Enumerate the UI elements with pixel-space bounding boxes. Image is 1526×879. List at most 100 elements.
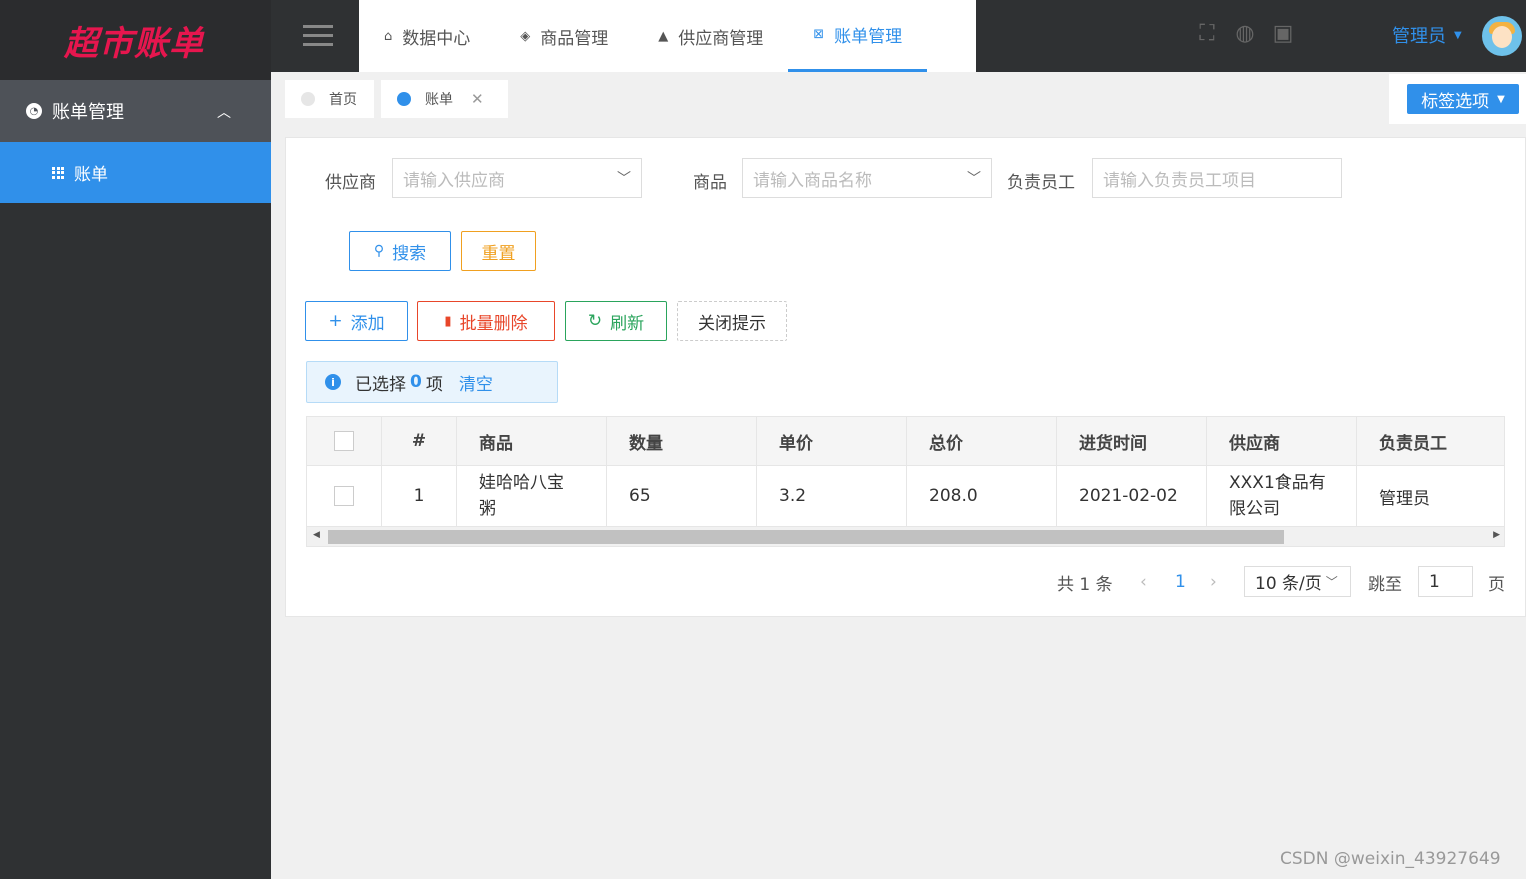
- page-suffix: 页: [1488, 574, 1505, 595]
- select-all-checkbox[interactable]: [334, 431, 354, 451]
- pagination-total: 共 1 条: [1057, 574, 1113, 595]
- header-cell-unit-price[interactable]: 单价: [757, 417, 907, 465]
- close-tip-button[interactable]: 关闭提示: [677, 301, 787, 341]
- tab-product-management[interactable]: ◈ 商品管理: [495, 0, 633, 72]
- menu-toggle-icon[interactable]: [303, 25, 333, 52]
- watermark: CSDN @weixin_43927649: [1280, 849, 1501, 869]
- close-icon[interactable]: ✕: [471, 90, 484, 108]
- plus-icon: +: [328, 311, 343, 331]
- selection-prefix: 已选择: [355, 374, 406, 395]
- grid-icon: [52, 166, 64, 179]
- sidebar-group-bill-management[interactable]: ◔ 账单管理 ︿: [0, 80, 271, 142]
- next-page-icon[interactable]: ›: [1210, 566, 1217, 598]
- top-nav-tabs: ⌂ 数据中心 ◈ 商品管理 ▲ 供应商管理 ⊠ 账单管理: [359, 0, 976, 72]
- page-tab-home[interactable]: 首页: [285, 80, 374, 118]
- page-number-current[interactable]: 1: [1175, 566, 1186, 598]
- bill-table: # 商品 数量 单价 总价 进货时间 供应商 负责员工 1 娃哈哈八宝粥 65 …: [306, 416, 1505, 547]
- header-cell-total[interactable]: 总价: [907, 417, 1057, 465]
- header-cell-quantity[interactable]: 数量: [607, 417, 757, 465]
- refresh-label: 刷新: [610, 313, 645, 334]
- page-size-select[interactable]: 10 条/页 ﹀: [1244, 566, 1351, 597]
- header-cell-supplier[interactable]: 供应商: [1207, 417, 1357, 465]
- app-logo[interactable]: 超市账单: [0, 0, 271, 80]
- search-button[interactable]: ⚲ 搜索: [349, 231, 451, 271]
- tag-options-label: 标签选项: [1421, 91, 1490, 112]
- close-tip-label: 关闭提示: [698, 313, 766, 334]
- user-name: 管理员: [1392, 26, 1446, 47]
- row-cell-quantity: 65: [607, 466, 757, 526]
- tab-label: 数据中心: [402, 28, 471, 49]
- page-tab-label: 首页: [329, 92, 357, 108]
- tab-supplier-management[interactable]: ▲ 供应商管理: [633, 0, 788, 72]
- product-select[interactable]: 请输入商品名称 ﹀: [742, 158, 992, 198]
- header-cell-checkbox: [307, 417, 382, 465]
- page-tab-bill[interactable]: 账单 ✕: [381, 80, 508, 118]
- dashboard-icon: ◔: [26, 103, 42, 119]
- user-menu[interactable]: 管理员 ▼: [1392, 22, 1462, 48]
- header-cell-staff[interactable]: 负责员工: [1357, 417, 1504, 465]
- header-cell-product[interactable]: 商品: [457, 417, 607, 465]
- chevron-up-icon: ︿: [217, 105, 231, 121]
- chevron-down-icon: ﹀: [967, 171, 981, 187]
- home-icon: ⌂: [384, 28, 393, 44]
- horizontal-scrollbar[interactable]: ◀ ▶: [307, 526, 1504, 546]
- batch-delete-button[interactable]: ▮ 批量删除: [417, 301, 555, 341]
- caret-down-icon: ▼: [1454, 29, 1462, 41]
- add-button[interactable]: + 添加: [305, 301, 408, 341]
- prev-page-icon[interactable]: ‹: [1140, 566, 1147, 598]
- jump-page-value: 1: [1429, 571, 1440, 592]
- scroll-right-icon[interactable]: ▶: [1493, 530, 1500, 540]
- row-cell-supplier: XXX1食品有限公司: [1207, 466, 1357, 526]
- chevron-down-icon: ﹀: [617, 171, 631, 187]
- globe-icon[interactable]: ◍: [1233, 22, 1257, 46]
- avatar[interactable]: [1482, 16, 1522, 56]
- refresh-icon: ↻: [587, 311, 603, 331]
- tab-bill-management[interactable]: ⊠ 账单管理: [788, 0, 928, 72]
- product-placeholder: 请输入商品名称: [753, 170, 872, 191]
- scroll-left-icon[interactable]: ◀: [313, 530, 320, 540]
- search-icon: ⚲: [373, 243, 385, 259]
- reset-button[interactable]: 重置: [461, 231, 536, 271]
- sidebar-group-label: 账单管理: [52, 102, 124, 123]
- header-cell-date[interactable]: 进货时间: [1057, 417, 1207, 465]
- product-filter-label: 商品: [693, 173, 727, 193]
- batch-delete-label: 批量删除: [459, 313, 528, 334]
- clear-selection-link[interactable]: 清空: [459, 370, 493, 395]
- trash-icon: ▮: [444, 313, 452, 329]
- page-tab-label: 账单: [425, 92, 453, 108]
- jump-page-input[interactable]: 1: [1418, 566, 1473, 597]
- row-cell-total: 208.0: [907, 466, 1057, 526]
- row-cell-date: 2021-02-02: [1057, 466, 1207, 526]
- tag-icon: ◈: [520, 28, 531, 44]
- sidebar-item-label: 账单: [74, 165, 108, 185]
- supplier-text: XXX1食品有限公司: [1229, 473, 1326, 519]
- staff-input[interactable]: 请输入负责员工项目: [1092, 158, 1342, 198]
- product-text: 娃哈哈八宝粥: [479, 473, 564, 519]
- sidebar-item-bill[interactable]: 账单: [0, 142, 271, 203]
- logo-text: 超市账单: [64, 23, 204, 64]
- page-tabs: 首页 账单 ✕ 标签选项 ▼: [271, 72, 1526, 124]
- supplier-select[interactable]: 请输入供应商 ﹀: [392, 158, 642, 198]
- search-label: 搜索: [392, 243, 427, 264]
- jump-label: 跳至: [1368, 574, 1402, 595]
- bill-list-card: 供应商 请输入供应商 ﹀ 商品 请输入商品名称 ﹀ 负责员工 请输入负责员工项目…: [285, 137, 1526, 617]
- table-row[interactable]: 1 娃哈哈八宝粥 65 3.2 208.0 2021-02-02 XXX1食品有…: [307, 466, 1504, 526]
- tag-options-button[interactable]: 标签选项 ▼: [1407, 84, 1519, 114]
- tab-dot-icon: [397, 92, 411, 106]
- row-checkbox[interactable]: [334, 486, 354, 506]
- add-label: 添加: [350, 313, 385, 334]
- info-icon: i: [325, 374, 341, 390]
- row-cell-checkbox: [307, 466, 382, 526]
- tab-label: 账单管理: [834, 27, 903, 47]
- refresh-button[interactable]: ↻ 刷新: [565, 301, 667, 341]
- row-cell-staff: 管理员: [1357, 466, 1504, 526]
- table-header-row: # 商品 数量 单价 总价 进货时间 供应商 负责员工: [307, 417, 1504, 466]
- lock-icon[interactable]: ▣: [1271, 22, 1295, 46]
- fullscreen-icon[interactable]: ⛶: [1195, 22, 1219, 46]
- chevron-down-icon: ﹀: [1325, 575, 1338, 589]
- tab-data-center[interactable]: ⌂ 数据中心: [359, 0, 495, 72]
- row-cell-product: 娃哈哈八宝粥: [457, 466, 607, 526]
- tab-label: 供应商管理: [678, 28, 764, 49]
- row-cell-index: 1: [382, 466, 457, 526]
- scrollbar-thumb[interactable]: [328, 530, 1284, 544]
